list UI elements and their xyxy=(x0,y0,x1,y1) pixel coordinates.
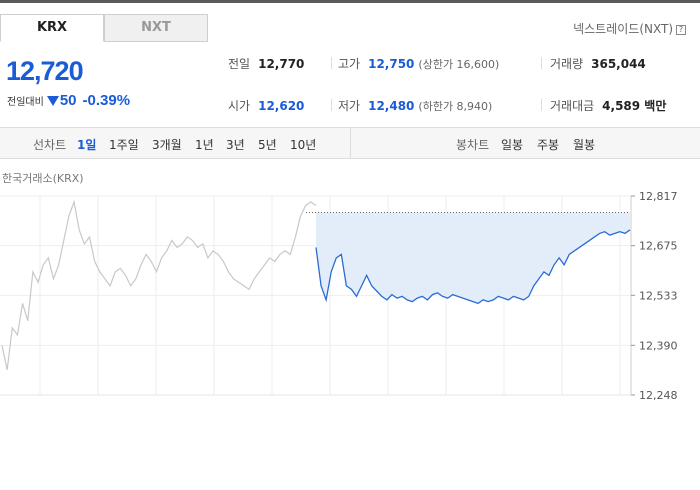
price-chart[interactable]: 12,817 12,675 12,533 12,390 12,248 xyxy=(0,180,700,400)
stat-label: 시가 xyxy=(228,99,251,113)
period-3m[interactable]: 3개월 xyxy=(152,136,182,153)
candle-weekly[interactable]: 주봉 xyxy=(537,136,559,153)
stat-label: 저가 xyxy=(338,99,361,113)
change-percent: -0.39% xyxy=(82,92,131,109)
change-label: 전일대비 xyxy=(7,97,44,108)
stat-open: 시가 12,620 xyxy=(228,97,304,114)
period-3y[interactable]: 3년 xyxy=(226,136,245,153)
stat-value: 4,589 백만 xyxy=(602,99,667,113)
tab-krx[interactable]: KRX xyxy=(0,14,104,42)
period-1d[interactable]: 1일 xyxy=(77,136,96,153)
stat-value: 12,770 xyxy=(258,57,305,71)
tab-nxt[interactable]: NXT xyxy=(104,14,208,42)
stat-sub: (상한가 16,600) xyxy=(418,58,500,71)
nxt-link[interactable]: 넥스트레이드(NXT)? xyxy=(573,20,686,37)
candle-chart-label: 봉차트 xyxy=(456,138,490,152)
period-1w[interactable]: 1주일 xyxy=(109,136,139,153)
candle-daily[interactable]: 일봉 xyxy=(501,136,523,153)
y-tick-label: 12,390 xyxy=(639,339,678,352)
stat-volume: 거래량 365,044 xyxy=(550,55,646,72)
y-axis-ticks: 12,817 12,675 12,533 12,390 12,248 xyxy=(631,190,678,400)
stat-value: 365,044 xyxy=(591,57,646,71)
down-triangle-icon xyxy=(46,96,59,106)
candle-monthly[interactable]: 월봉 xyxy=(573,136,595,153)
price-change: 전일대비 50 -0.39% xyxy=(7,92,130,109)
y-tick-label: 12,248 xyxy=(639,389,678,400)
series-previous-day-line xyxy=(1,199,317,370)
below-prev-close-area xyxy=(316,212,630,304)
period-bar: 선차트 1일 1주일 3개월 1년 3년 5년 10년 봉차트 일봉 주봉 월봉 xyxy=(0,127,700,159)
stat-amount: 거래대금 4,589 백만 xyxy=(550,97,666,114)
period-1y[interactable]: 1년 xyxy=(195,136,214,153)
stat-label: 고가 xyxy=(338,57,361,71)
y-tick-label: 12,533 xyxy=(639,289,678,302)
divider xyxy=(331,57,332,69)
top-border xyxy=(0,0,700,3)
stat-value: 12,480 xyxy=(368,99,415,113)
stat-low: 저가 12,480 (하한가 8,940) xyxy=(338,97,492,114)
line-chart-label: 선차트 xyxy=(33,138,67,152)
stat-value: 12,750 xyxy=(368,57,415,71)
divider xyxy=(331,99,332,111)
divider xyxy=(541,57,542,69)
period-10y[interactable]: 10년 xyxy=(290,136,316,153)
stat-value: 12,620 xyxy=(258,99,305,113)
y-tick-label: 12,675 xyxy=(639,240,678,253)
current-price: 12,720 xyxy=(6,56,84,86)
change-value: 50 xyxy=(59,92,77,109)
nxt-link-label: 넥스트레이드(NXT) xyxy=(573,22,673,36)
period-5y[interactable]: 5년 xyxy=(258,136,277,153)
period-divider xyxy=(350,128,351,158)
stat-prev-close: 전일 12,770 xyxy=(228,55,304,72)
divider xyxy=(541,99,542,111)
stat-sub: (하한가 8,940) xyxy=(418,100,493,113)
chart-series xyxy=(1,199,631,370)
stat-label: 거래대금 xyxy=(550,99,595,113)
stat-label: 전일 xyxy=(228,57,251,71)
stat-label: 거래량 xyxy=(550,57,584,71)
help-icon[interactable]: ? xyxy=(676,25,686,35)
y-tick-label: 12,817 xyxy=(639,190,678,203)
stat-high: 고가 12,750 (상한가 16,600) xyxy=(338,55,499,72)
